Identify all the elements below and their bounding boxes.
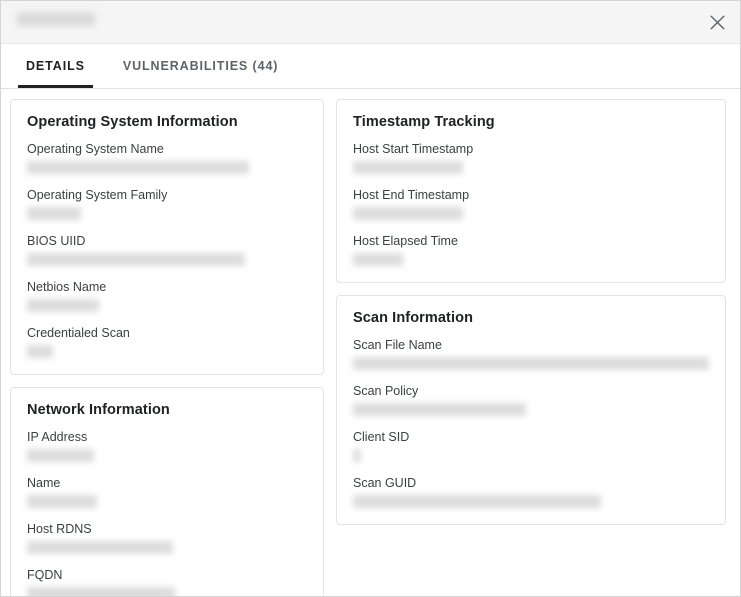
card-operating-system-information: Operating System Information Operating Sy… [10, 99, 324, 375]
field-label: FQDN [27, 568, 63, 582]
field-bios-uiid: BIOS UIID [27, 233, 307, 266]
close-icon [710, 15, 725, 30]
field-value [27, 299, 99, 312]
field-label: Netbios Name [27, 280, 107, 294]
field-value [353, 449, 361, 462]
field-host-elapsed-time: Host Elapsed Time [353, 233, 709, 266]
field-label: Scan GUID [353, 476, 417, 490]
left-column: Operating System Information Operating Sy… [10, 99, 324, 596]
field-credentialed-scan: Credentialed Scan [27, 325, 307, 358]
field-host-end-timestamp: Host End Timestamp [353, 187, 709, 220]
field-label: Credentialed Scan [27, 326, 130, 340]
field-ip-address: IP Address [27, 429, 307, 462]
card-title: Scan Information [353, 310, 474, 326]
field-value [27, 345, 53, 358]
field-host-rdns: Host RDNS [27, 521, 307, 554]
card-network-information: Network Information IP Address Name Host RD… [10, 387, 324, 596]
field-host-start-timestamp: Host Start Timestamp [353, 141, 709, 174]
field-netbios-name: Netbios Name [27, 279, 307, 312]
field-label: Client SID [353, 430, 410, 444]
tab-bar: DETAILS VULNERABILITIES (44) [1, 44, 740, 89]
field-fqdn: FQDN [27, 567, 307, 596]
field-label: Host Elapsed Time [353, 234, 458, 248]
details-panel: Operating System Information Operating Sy… [1, 89, 740, 596]
field-scan-guid: Scan GUID [353, 475, 709, 508]
card-timestamp-tracking: Timestamp Tracking Host Start Timestamp Ho… [336, 99, 726, 283]
modal-title-redacted [17, 12, 95, 26]
field-value [27, 449, 94, 462]
field-name: Name [27, 475, 307, 508]
field-label: Scan File Name [353, 338, 442, 352]
field-label: Name [27, 476, 61, 490]
field-scan-file-name: Scan File Name [353, 337, 709, 370]
card-scan-information: Scan Information Scan File Name Scan Polic… [336, 295, 726, 525]
field-value [27, 495, 97, 508]
field-value [353, 161, 463, 174]
field-value [353, 403, 526, 416]
card-title: Timestamp Tracking [353, 114, 495, 130]
field-operating-system-name: Operating System Name [27, 141, 307, 174]
field-label: Host Start Timestamp [353, 142, 474, 156]
field-value [27, 207, 81, 220]
host-details-modal: DETAILS VULNERABILITIES (44) Operating S… [0, 0, 741, 597]
field-label: Operating System Family [27, 188, 168, 202]
tab-details-label: DETAILS [26, 59, 85, 73]
field-value [353, 357, 709, 370]
field-value [353, 207, 463, 220]
card-title: Operating System Information [27, 114, 238, 130]
right-column: Timestamp Tracking Host Start Timestamp Ho… [336, 99, 726, 525]
field-value [27, 587, 175, 596]
field-label: Host End Timestamp [353, 188, 470, 202]
modal-titlebar [1, 1, 740, 44]
field-label: BIOS UIID [27, 234, 86, 248]
field-label: IP Address [27, 430, 88, 444]
field-label: Operating System Name [27, 142, 164, 156]
field-value [353, 253, 403, 266]
field-scan-policy: Scan Policy [353, 383, 709, 416]
card-title: Network Information [27, 402, 170, 418]
field-value [27, 161, 249, 174]
field-value [27, 253, 245, 266]
field-client-sid: Client SID [353, 429, 709, 462]
field-operating-system-family: Operating System Family [27, 187, 307, 220]
field-value [353, 495, 601, 508]
tab-vulnerabilities[interactable]: VULNERABILITIES (44) [115, 44, 287, 88]
tab-details[interactable]: DETAILS [18, 44, 93, 88]
field-label: Scan Policy [353, 384, 419, 398]
close-button[interactable] [694, 1, 740, 43]
field-label: Host RDNS [27, 522, 92, 536]
field-value [27, 541, 173, 554]
tab-vulnerabilities-label: VULNERABILITIES (44) [122, 59, 279, 73]
